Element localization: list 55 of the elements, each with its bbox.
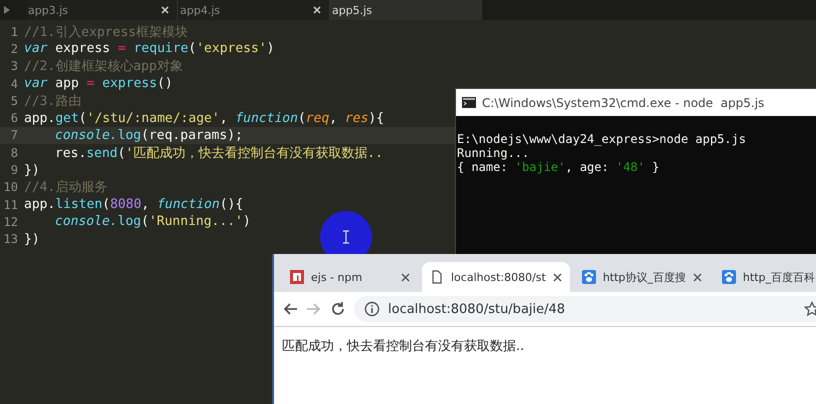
code-line: app.get('/stu/:name/:age', function(req, res){ — [24, 110, 384, 126]
info-icon[interactable] — [364, 301, 380, 317]
page-icon — [430, 270, 444, 284]
console-output: Running... — [457, 146, 530, 160]
code-line: //3.路由 — [24, 92, 82, 110]
line-number: 8 — [10, 146, 19, 160]
browser-tab[interactable]: localhost:8080/st — [422, 262, 570, 292]
line-number: 3 — [10, 59, 19, 74]
code-line: }) — [24, 232, 40, 247]
paw-icon — [582, 270, 596, 284]
play-arrow-icon[interactable] — [4, 6, 10, 14]
code-line: console.log('Running...') — [54, 214, 251, 230]
line-number: 10 — [2, 180, 19, 194]
code-line: res.send('匹配成功，快去看控制台有没有获取数据.. — [54, 144, 383, 162]
page-text: 匹配成功，快去看控制台有没有获取数据.. — [281, 338, 526, 356]
paw-icon — [722, 270, 736, 284]
line-number: 4 — [10, 76, 19, 91]
code-line: var express = require('express') — [24, 41, 274, 56]
code-line: var app = express() — [24, 76, 173, 92]
line-number: 13 — [2, 232, 19, 246]
code-line: //2.创建框架核心app对象 — [24, 58, 183, 76]
close-icon[interactable] — [313, 6, 321, 14]
line-number: 1 — [10, 24, 19, 39]
console-icon — [462, 97, 476, 108]
star-icon[interactable] — [804, 301, 816, 317]
close-icon[interactable] — [552, 272, 562, 282]
code-line: console.log(req.params); — [54, 128, 243, 143]
reload-icon[interactable] — [330, 301, 346, 317]
browser-tab[interactable]: ejs - npm — [282, 262, 418, 292]
code-line: app.listen(8080, function(){ — [24, 197, 244, 212]
editor-tab[interactable]: app5.js — [330, 0, 482, 20]
text-cursor-icon — [343, 230, 349, 244]
window-title: C:\Windows\System32\cmd.exe - node app5.js — [482, 96, 764, 110]
line-number: 12 — [2, 214, 19, 229]
editor-tab[interactable]: app3.js — [26, 0, 178, 20]
line-number: 2 — [10, 42, 19, 56]
code-line: //4.启动服务 — [24, 179, 108, 196]
line-number: 9 — [10, 163, 19, 178]
arrow-icon[interactable] — [282, 301, 298, 317]
code-line: //1.引入express框架模块 — [24, 24, 188, 41]
line-number: 6 — [10, 111, 19, 126]
close-icon[interactable] — [401, 272, 410, 282]
editor-tab[interactable]: app4.js — [178, 0, 330, 20]
line-number: 11 — [2, 198, 19, 212]
npm-logo-icon — [290, 270, 304, 284]
browser-tab[interactable]: http_百度百科 — [714, 262, 816, 292]
close-icon[interactable] — [161, 6, 169, 14]
console-output: { name: 'bajie', age: '48' } — [457, 160, 660, 174]
line-number: 5 — [10, 94, 19, 108]
console-output: E:\nodejs\www\day24_express>node app5.js — [457, 132, 747, 146]
browser-tab[interactable]: http协议_百度搜 — [574, 262, 710, 292]
close-icon[interactable] — [692, 272, 702, 282]
address-bar[interactable]: localhost:8080/stu/bajie/48 — [354, 296, 816, 322]
line-number: 7 — [10, 128, 19, 142]
code-line: }) — [24, 162, 40, 178]
